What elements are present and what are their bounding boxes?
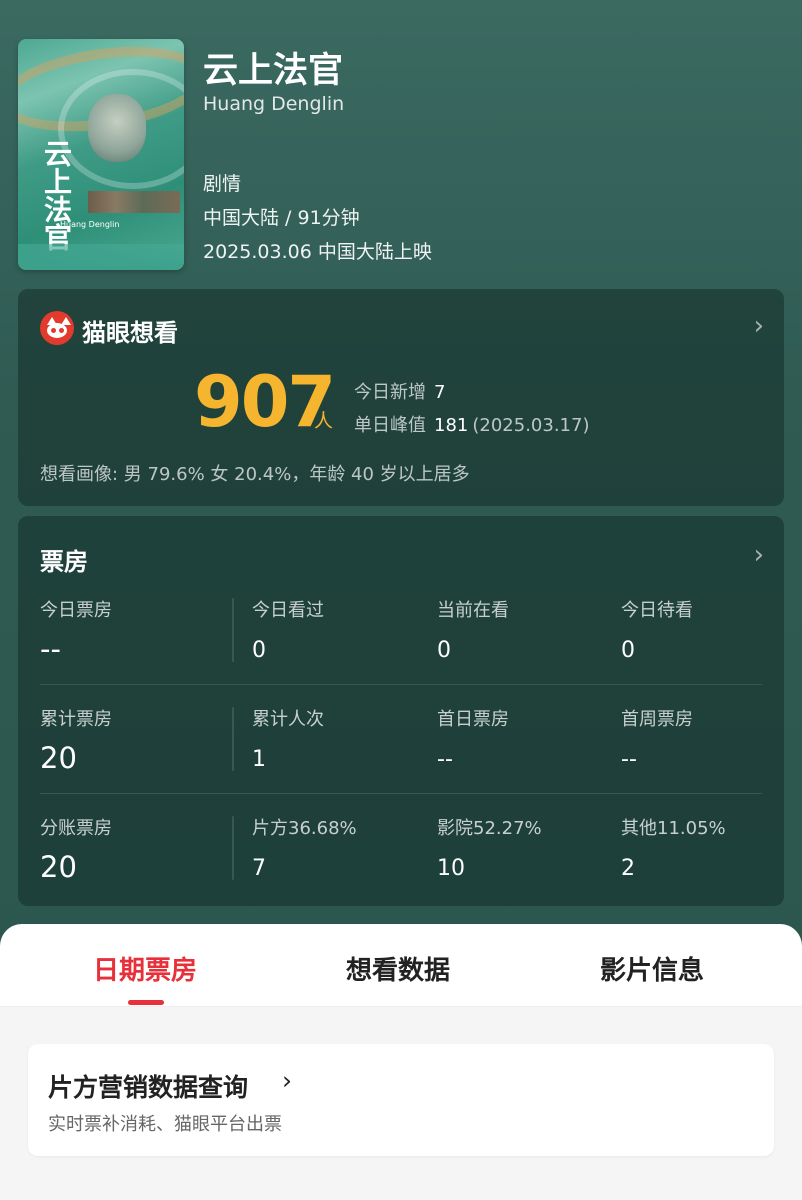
stat-total-admissions: 累计人次 1 bbox=[252, 709, 324, 772]
stat-first-day-boxoffice: 首日票房 -- bbox=[437, 709, 509, 772]
tab-date-boxoffice[interactable]: 日期票房 bbox=[93, 950, 197, 987]
stat-producer-share: 片方36.68% 7 bbox=[252, 818, 357, 881]
today-new-value: 7 bbox=[434, 382, 446, 403]
movie-genre: 剧情 bbox=[203, 173, 242, 195]
marketing-data-query-card[interactable]: 片方营销数据查询 › 实时票补消耗、猫眼平台出票 bbox=[28, 1044, 774, 1156]
peak-value: 181 bbox=[434, 415, 469, 436]
tab-want-data[interactable]: 想看数据 bbox=[346, 950, 450, 987]
stat-other-share: 其他11.05% 2 bbox=[621, 818, 726, 881]
movie-region-duration: 中国大陆 / 91分钟 bbox=[203, 207, 360, 229]
tab-bar-divider bbox=[0, 1006, 802, 1007]
stat-value: -- bbox=[437, 747, 453, 772]
stat-value: 0 bbox=[621, 638, 635, 663]
stat-value: -- bbox=[40, 632, 61, 666]
stat-value: 0 bbox=[437, 638, 451, 663]
want-card-title: 猫眼想看 bbox=[82, 319, 178, 347]
chevron-right-icon: › bbox=[282, 1066, 292, 1095]
today-new-stat: 今日新增 7 bbox=[354, 378, 445, 404]
poster-subtitle: Huang Denglin bbox=[60, 220, 120, 229]
row-divider bbox=[40, 684, 762, 685]
stat-cinema-share: 影院52.27% 10 bbox=[437, 818, 542, 881]
peak-stat: 单日峰值 181 (2025.03.17) bbox=[354, 411, 589, 437]
column-divider bbox=[232, 816, 234, 880]
stat-value: 20 bbox=[40, 741, 77, 775]
stat-value: -- bbox=[621, 747, 637, 772]
chevron-right-icon[interactable]: › bbox=[754, 540, 764, 570]
want-count-unit: 人 bbox=[314, 410, 334, 432]
stat-value: 2 bbox=[621, 856, 635, 881]
stat-value: 20 bbox=[40, 850, 77, 884]
stat-value: 7 bbox=[252, 856, 266, 881]
column-divider bbox=[232, 598, 234, 662]
promo-subtitle: 实时票补消耗、猫眼平台出票 bbox=[48, 1114, 282, 1135]
want-to-see-card[interactable]: 猫眼想看 › 907 人 今日新增 7 单日峰值 181 (2025.03.17) 想… bbox=[18, 289, 784, 506]
maoyan-cat-icon bbox=[40, 311, 74, 345]
column-divider bbox=[232, 707, 234, 771]
stat-now-watching: 当前在看 0 bbox=[437, 600, 509, 663]
stat-first-week-boxoffice: 首周票房 -- bbox=[621, 709, 693, 772]
peak-date: (2025.03.17) bbox=[472, 415, 590, 436]
today-new-label: 今日新增 bbox=[354, 382, 426, 403]
stat-value: 10 bbox=[437, 856, 465, 881]
box-office-title: 票房 bbox=[40, 548, 88, 576]
movie-english-title: Huang Denglin bbox=[203, 93, 345, 115]
stat-value: 1 bbox=[252, 747, 266, 772]
audience-portrait: 想看画像: 男 79.6% 女 20.4%，年龄 40 岁以上居多 bbox=[40, 464, 470, 485]
bottom-sheet: 日期票房 想看数据 影片信息 片方营销数据查询 › 实时票补消耗、猫眼平台出票 bbox=[0, 924, 802, 1200]
active-tab-indicator bbox=[128, 1000, 164, 1005]
stat-total-boxoffice: 累计票房 20 bbox=[40, 709, 112, 775]
movie-release-date: 2025.03.06 中国大陆上映 bbox=[203, 241, 432, 263]
poster-title: 云上法官 bbox=[40, 139, 73, 251]
stat-today-watched: 今日看过 0 bbox=[252, 600, 324, 663]
row-divider bbox=[40, 793, 762, 794]
promo-title: 片方营销数据查询 bbox=[48, 1073, 249, 1102]
stat-split-boxoffice: 分账票房 20 bbox=[40, 818, 112, 884]
stat-value: 0 bbox=[252, 638, 266, 663]
movie-poster[interactable]: 云上法官 Huang Denglin bbox=[18, 39, 184, 270]
box-office-card[interactable]: 票房 › 今日票房 -- 今日看过 0 当前在看 0 今日待看 0 累计票房 2… bbox=[18, 516, 784, 906]
peak-label: 单日峰值 bbox=[354, 415, 426, 436]
movie-title: 云上法官 bbox=[203, 51, 344, 91]
tab-movie-info[interactable]: 影片信息 bbox=[600, 950, 704, 987]
stat-today-boxoffice: 今日票房 -- bbox=[40, 600, 112, 666]
stat-today-to-watch: 今日待看 0 bbox=[621, 600, 693, 663]
chevron-right-icon[interactable]: › bbox=[754, 311, 764, 341]
